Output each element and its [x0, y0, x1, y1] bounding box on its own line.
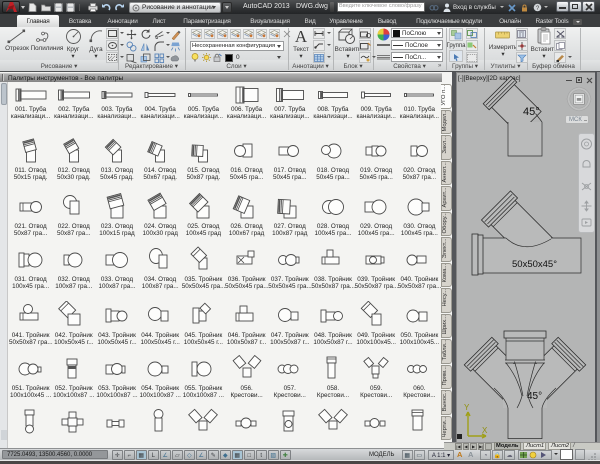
svg-text:45°: 45° — [527, 391, 542, 402]
svg-text:50x50x45°: 50x50x45° — [512, 259, 557, 270]
svg-text:X: X — [482, 426, 488, 435]
svg-text:45°: 45° — [523, 106, 540, 118]
svg-text:Y: Y — [464, 403, 470, 412]
